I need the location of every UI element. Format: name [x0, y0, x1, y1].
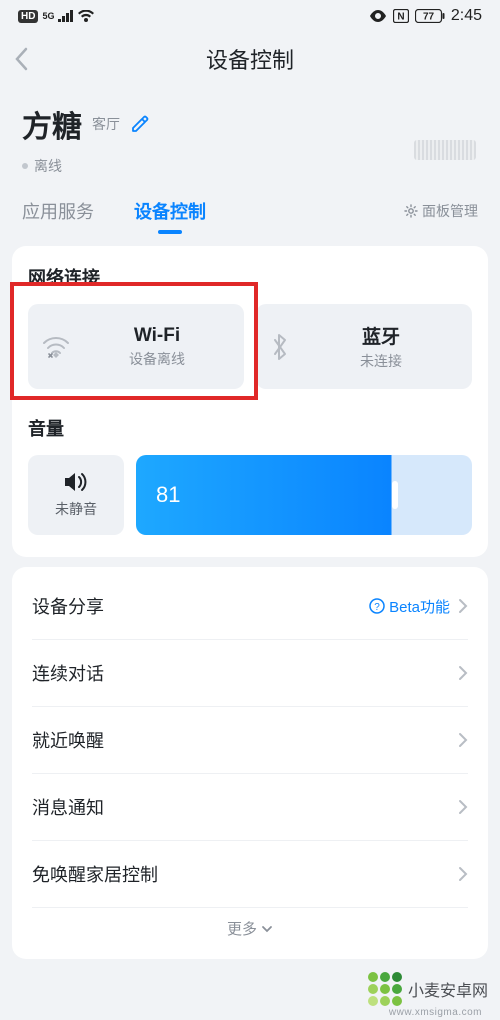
notify-label: 消息通知 [32, 794, 458, 820]
room-tag: 客厅 [92, 114, 120, 134]
device-name: 方糖 [22, 102, 82, 146]
chevron-right-icon [458, 665, 468, 681]
svg-text:77: 77 [423, 12, 435, 23]
chevron-left-icon [14, 47, 28, 71]
row-nearby-wake[interactable]: 就近唤醒 [12, 707, 488, 773]
watermark-url: www.xmsigma.com [389, 1007, 482, 1018]
nearby-label: 就近唤醒 [32, 727, 458, 753]
device-status: 离线 [22, 156, 478, 176]
network-section-title: 网络连接 [28, 264, 472, 290]
volume-value: 81 [156, 482, 180, 508]
device-header: 方糖 客厅 离线 [0, 86, 500, 184]
info-icon: ? [369, 598, 385, 614]
network-indicator: 5G [42, 11, 54, 21]
status-right: N 77 2:45 [369, 7, 482, 25]
device-thumbnail [414, 140, 476, 160]
panel-mgmt-label: 面板管理 [422, 201, 478, 221]
chevron-right-icon [458, 799, 468, 815]
page-title: 设备控制 [0, 43, 500, 75]
gear-icon [404, 204, 418, 218]
wifi-tile[interactable]: Wi-Fi 设备离线 [28, 304, 244, 389]
bt-sub: 未连接 [304, 351, 458, 371]
volume-slider[interactable]: 81 [136, 455, 472, 535]
edit-icon [130, 114, 150, 134]
svg-text:N: N [397, 12, 404, 23]
logo-icon [368, 972, 402, 1006]
wifi-sub: 设备离线 [84, 349, 230, 369]
slider-thumb[interactable] [392, 481, 398, 509]
tabs: 应用服务 设备控制 面板管理 [0, 184, 500, 236]
panel-management-button[interactable]: 面板管理 [404, 201, 478, 221]
bt-label: 蓝牙 [304, 322, 458, 349]
chevron-right-icon [458, 732, 468, 748]
back-button[interactable] [14, 47, 28, 71]
chevron-right-icon [458, 598, 468, 614]
edit-button[interactable] [130, 114, 150, 134]
speaker-icon [63, 471, 89, 493]
mute-tile[interactable]: 未静音 [28, 455, 124, 535]
row-device-share[interactable]: 设备分享 ? Beta功能 [12, 573, 488, 639]
status-bar: HD 5G N 77 2:45 [0, 0, 500, 32]
wifi-label: Wi-Fi [84, 325, 230, 347]
hd-badge: HD [18, 10, 38, 23]
row-notify[interactable]: 消息通知 [12, 774, 488, 840]
device-status-text: 离线 [34, 156, 62, 176]
row-continuous-dialog[interactable]: 连续对话 [12, 640, 488, 706]
status-dot-icon [22, 163, 28, 169]
beta-text: Beta功能 [389, 596, 450, 617]
share-label: 设备分享 [32, 593, 369, 619]
clock: 2:45 [451, 7, 482, 25]
eye-icon [369, 10, 387, 22]
chevron-right-icon [458, 866, 468, 882]
chevron-down-icon [261, 925, 273, 933]
battery-icon: 77 [415, 9, 445, 23]
continuous-label: 连续对话 [32, 660, 458, 686]
svg-text:?: ? [374, 602, 380, 613]
mute-label: 未静音 [55, 499, 97, 519]
settings-card: 设备分享 ? Beta功能 连续对话 就近唤醒 消息通知 免唤醒家居控制 更多 [12, 567, 488, 959]
signal-icon [58, 10, 74, 22]
wifi-off-icon [42, 335, 70, 359]
watermark-brand: 小麦安卓网 [408, 977, 488, 1001]
row-no-wake-control[interactable]: 免唤醒家居控制 [12, 841, 488, 907]
wifi-icon [78, 10, 94, 22]
bluetooth-icon [270, 333, 290, 361]
volume-section-title: 音量 [28, 415, 472, 441]
more-label: 更多 [227, 918, 257, 939]
more-button[interactable]: 更多 [12, 908, 488, 953]
tab-device-control[interactable]: 设备控制 [134, 198, 206, 224]
tab-app-service[interactable]: 应用服务 [22, 198, 94, 224]
nav-header: 设备控制 [0, 32, 500, 86]
network-card: 网络连接 Wi-Fi 设备离线 蓝牙 未连接 音量 [12, 246, 488, 557]
nfc-icon: N [393, 9, 409, 23]
bluetooth-tile[interactable]: 蓝牙 未连接 [256, 304, 472, 389]
no-wake-label: 免唤醒家居控制 [32, 861, 458, 887]
watermark: 小麦安卓网 [368, 972, 488, 1006]
status-left: HD 5G [18, 10, 94, 23]
beta-badge: ? Beta功能 [369, 596, 450, 617]
